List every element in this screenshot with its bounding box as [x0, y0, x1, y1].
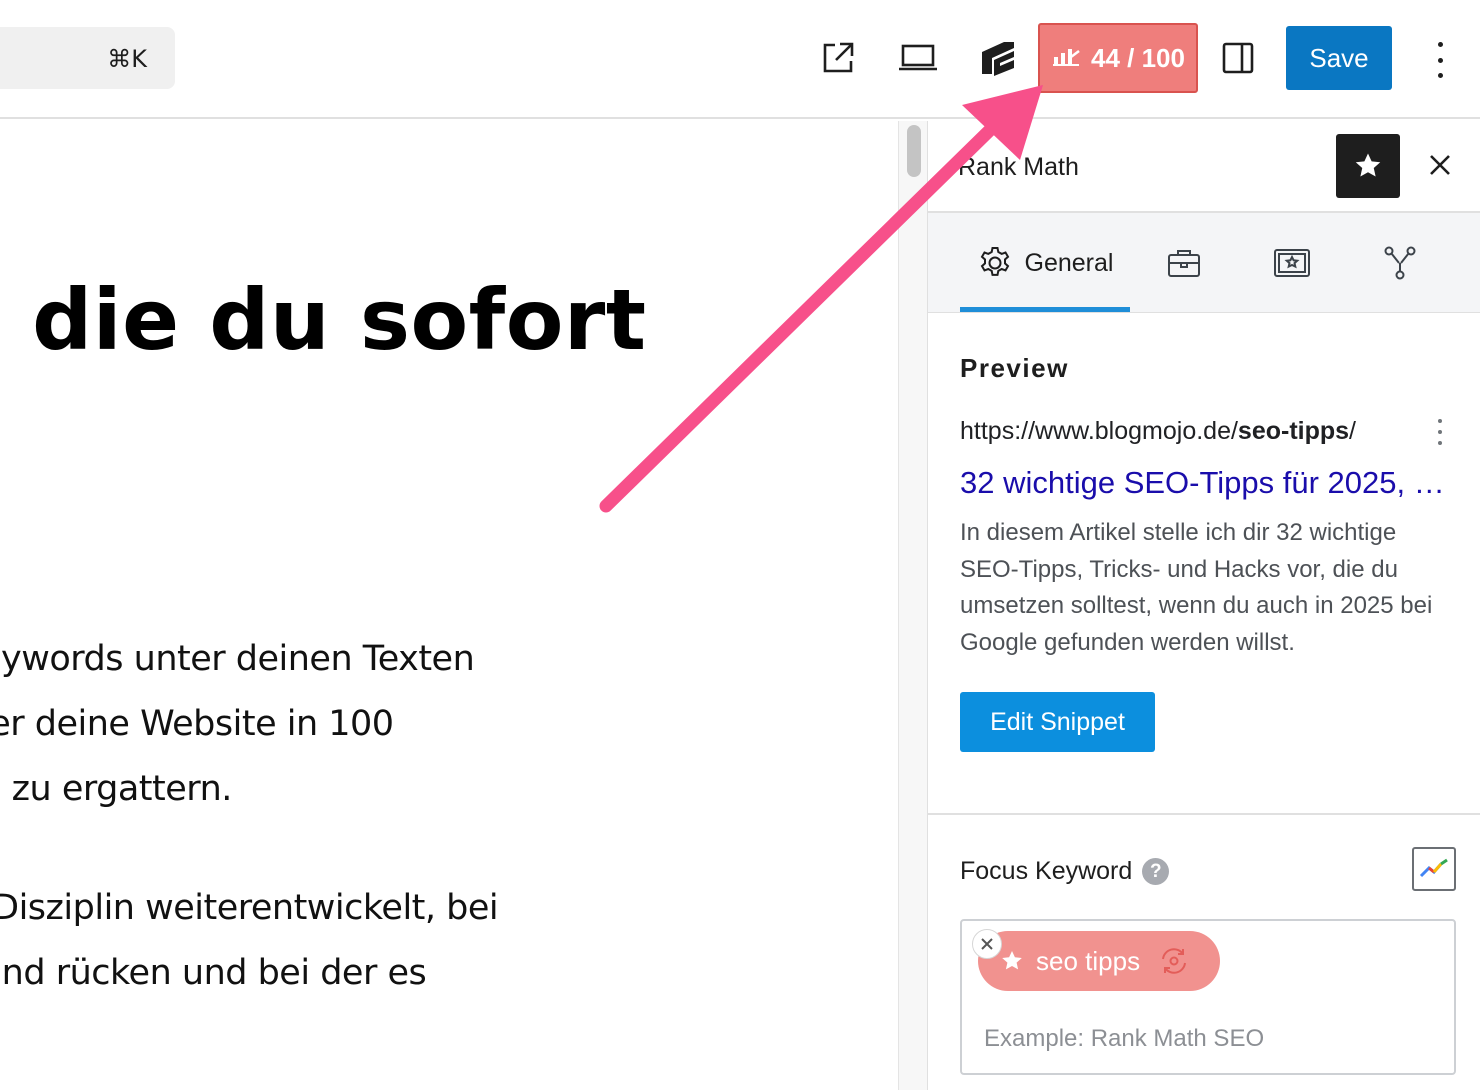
command-shortcut-label: ⌘K: [107, 45, 147, 73]
tab-general-label: General: [1024, 248, 1114, 277]
paragraph-line[interactable]: ler deine Website in 100: [0, 704, 394, 744]
tab-general[interactable]: General: [960, 213, 1130, 313]
seo-score-value: 44 / 100: [1091, 42, 1185, 73]
plugin-logo-icon[interactable]: [976, 36, 1020, 80]
close-icon[interactable]: [1424, 149, 1456, 181]
paragraph-line[interactable]: e zu ergattern.: [0, 769, 232, 809]
serp-preview-section: Preview https://www.blogmojo.de/seo-tipp…: [928, 313, 1480, 815]
schema-icon[interactable]: [1272, 243, 1312, 283]
post-title-fragment[interactable]: , die du sofort: [0, 271, 647, 369]
serp-description: In diesem Artikel stelle ich dir 32 wich…: [960, 519, 1433, 656]
editor-canvas[interactable]: , die du sofort eywords unter deinen Tex…: [0, 121, 898, 1090]
social-icon[interactable]: [1380, 243, 1420, 283]
star-icon: [1002, 951, 1022, 970]
star-icon: [1355, 153, 1381, 177]
trends-button[interactable]: [1412, 847, 1456, 891]
sidebar-header: Rank Math: [928, 121, 1480, 213]
preview-heading: Preview: [960, 353, 1069, 383]
keyword-tag[interactable]: seo tipps: [978, 931, 1220, 991]
external-link-icon[interactable]: [816, 36, 860, 80]
rank-math-chart-icon: [1051, 43, 1081, 74]
serp-url: https://www.blogmojo.de/seo-tipps/: [960, 417, 1356, 445]
paragraph-line[interactable]: -Disziplin weiterentwickelt, bei: [0, 888, 499, 928]
serp-title: 32 wichtige SEO-Tipps für 2025, die du s…: [960, 465, 1460, 500]
help-icon[interactable]: ?: [1142, 858, 1170, 885]
rank-math-sidebar: Rank Math General Preview https://www.bl…: [928, 121, 1480, 1090]
keyword-refresh-icon[interactable]: [1158, 946, 1190, 976]
keyword-placeholder: Example: Rank Math SEO: [984, 1025, 1265, 1052]
edit-snippet-button[interactable]: Edit Snippet: [960, 692, 1155, 752]
scrollbar-thumb[interactable]: [907, 125, 921, 177]
remove-keyword-icon[interactable]: [972, 929, 1002, 959]
paragraph-line[interactable]: eywords unter deinen Texten: [0, 639, 475, 679]
more-vertical-icon[interactable]: [1426, 38, 1454, 82]
gear-icon: [980, 247, 1009, 276]
save-button[interactable]: Save: [1286, 26, 1392, 90]
active-tab-indicator: [960, 307, 1130, 312]
seo-score-button[interactable]: 44 / 100: [1038, 23, 1198, 93]
sidebar-tabs: General: [928, 213, 1480, 313]
editor-scrollbar[interactable]: [898, 121, 928, 1090]
editor-toolbar: ⌘K 44 / 100 Save: [0, 0, 1480, 119]
serp-more-icon: [1438, 419, 1444, 445]
sidebar-title: Rank Math: [958, 153, 1079, 181]
paragraph-line[interactable]: und rücken und bei der es: [0, 953, 427, 993]
focus-keyword-label: Focus Keyword ?: [960, 857, 1170, 886]
sidebar-toggle-icon[interactable]: [1216, 36, 1260, 80]
briefcase-icon[interactable]: [1164, 243, 1204, 283]
keyword-tag-label: seo tipps: [1036, 945, 1141, 976]
command-palette-button[interactable]: ⌘K: [0, 27, 175, 89]
pin-favorite-button[interactable]: [1336, 134, 1400, 198]
focus-keyword-input[interactable]: seo tipps Example: Rank Math SEO: [960, 919, 1456, 1075]
trend-chart-icon: [1419, 858, 1448, 878]
focus-keyword-section: Focus Keyword ? seo tipps Example: Rank …: [928, 817, 1480, 1090]
laptop-icon[interactable]: [896, 36, 940, 80]
